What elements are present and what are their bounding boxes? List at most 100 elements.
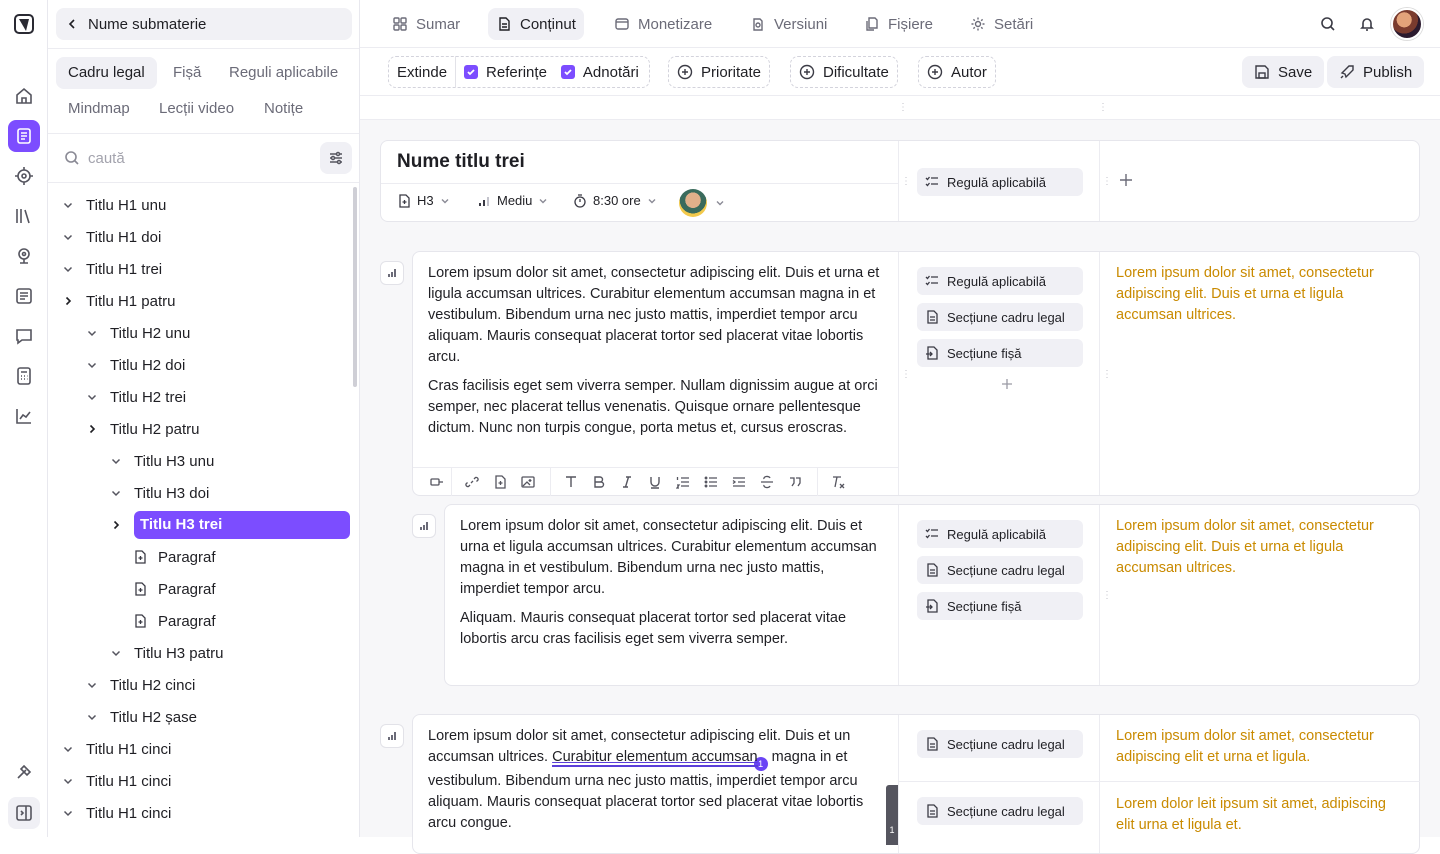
chevron-down-icon[interactable] (106, 483, 126, 503)
bell-icon[interactable] (1355, 12, 1379, 36)
annotation-text[interactable]: Lorem ipsum dolor sit amet, consectetur … (1116, 263, 1406, 326)
prioritate-button[interactable]: Prioritate (668, 56, 770, 88)
tree-item[interactable]: Titlu H2 doi (82, 351, 185, 379)
drag-handle-icon[interactable]: ⋮ (1098, 103, 1108, 113)
tree-scrollbar[interactable] (353, 187, 357, 387)
newspaper-icon[interactable] (8, 280, 40, 312)
legal-section-tag[interactable]: Secțiune cadru legal (917, 303, 1083, 331)
link-icon[interactable] (458, 468, 486, 496)
rule-tag[interactable]: Regulă aplicabilă (917, 168, 1083, 196)
chevron-down-icon[interactable] (58, 195, 78, 215)
avatar[interactable] (1391, 8, 1423, 40)
tab-reguli-aplicabile[interactable]: Reguli aplicabile (217, 57, 350, 89)
search-input[interactable]: caută (64, 142, 284, 174)
library-icon[interactable] (8, 200, 40, 232)
image-plus-icon[interactable] (514, 468, 542, 496)
rule-tag[interactable]: Regulă aplicabilă (917, 267, 1083, 295)
tree-item[interactable]: Titlu H1 cinci (58, 735, 171, 763)
paragraph-text[interactable]: Aliquam. Mauris consequat placerat torto… (460, 608, 886, 650)
annotation-text[interactable]: Lorem ipsum dolor sit amet, consectetur … (1116, 726, 1406, 768)
tree-item[interactable]: Titlu H1 patru (58, 287, 175, 315)
tree-item-paragraph[interactable]: Paragraf (130, 543, 216, 571)
tree-item[interactable]: Titlu H1 cinci (58, 767, 171, 795)
annotation-text[interactable]: Lorem dolor leit ipsum sit amet, adipisc… (1116, 794, 1406, 836)
rule-tag[interactable]: Regulă aplicabilă (917, 520, 1083, 548)
indent-icon[interactable] (725, 468, 753, 496)
chevron-down-icon[interactable] (82, 387, 102, 407)
block-stats-icon[interactable] (412, 514, 436, 538)
book-icon[interactable] (8, 120, 40, 152)
tree-item-paragraph[interactable]: Paragraf (130, 575, 216, 603)
tab-setari[interactable]: Setări (962, 8, 1041, 40)
tab-versiuni[interactable]: Versiuni (742, 8, 835, 40)
tree-item[interactable]: Titlu H1 trei (58, 255, 162, 283)
block-stats-icon[interactable] (380, 261, 404, 285)
difficulty-select[interactable]: Mediu (477, 193, 548, 208)
chevron-down-icon[interactable] (58, 227, 78, 247)
bold-icon[interactable] (585, 468, 613, 496)
tab-mindmap[interactable]: Mindmap (56, 93, 142, 125)
sheet-section-tag[interactable]: Secțiune fișă (917, 592, 1083, 620)
tab-notite[interactable]: Notițe (252, 93, 315, 125)
save-button[interactable]: Save (1242, 56, 1325, 88)
back-button[interactable]: Nume submaterie (56, 8, 352, 40)
ordered-list-icon[interactable] (669, 468, 697, 496)
chevron-down-icon[interactable] (58, 259, 78, 279)
quote-icon[interactable] (781, 468, 809, 496)
duration-select[interactable]: 8:30 ore (573, 193, 657, 208)
tree-item[interactable]: Titlu H3 doi (106, 479, 209, 507)
dificultate-button[interactable]: Dificultate (790, 56, 898, 88)
drag-handle-icon[interactable]: ⋮ (1102, 370, 1112, 380)
annotation-text[interactable]: Lorem ipsum dolor sit amet, consectetur … (1116, 516, 1406, 579)
tree-item[interactable]: Titlu H3 unu (106, 447, 214, 475)
chevron-down-icon[interactable] (58, 739, 78, 759)
author-select[interactable] (679, 189, 725, 217)
bullet-list-icon[interactable] (697, 468, 725, 496)
tab-fisa[interactable]: Fișă (161, 57, 213, 89)
tree-item[interactable]: Titlu H3 patru (106, 639, 223, 667)
chevron-down-icon[interactable] (58, 771, 78, 791)
tree-item[interactable]: Titlu H2 unu (82, 319, 190, 347)
chevron-right-icon[interactable] (58, 291, 78, 311)
logo-icon[interactable] (8, 8, 40, 40)
add-tag-icon[interactable] (1001, 378, 1013, 390)
tag-icon[interactable] (423, 468, 451, 496)
extinde-toggle[interactable]: Extinde (389, 64, 455, 81)
tab-monetizare[interactable]: Monetizare (606, 8, 720, 40)
chart-icon[interactable] (8, 400, 40, 432)
search-icon[interactable] (1316, 12, 1340, 36)
chevron-down-icon[interactable] (82, 355, 102, 375)
calculator-icon[interactable] (8, 360, 40, 392)
document-plus-icon[interactable] (486, 468, 514, 496)
referinte-checkbox[interactable]: Referințe (464, 64, 547, 81)
tab-continut[interactable]: Conținut (488, 8, 584, 40)
tree-item[interactable]: Titlu H3 trei (106, 511, 350, 539)
chevron-down-icon[interactable] (106, 451, 126, 471)
paragraph-text[interactable]: Cras facilisis eget sem viverra semper. … (428, 376, 884, 439)
home-icon[interactable] (8, 80, 40, 112)
tree-item[interactable]: Titlu H2 șase (82, 703, 197, 731)
tab-lectii-video[interactable]: Lecții video (147, 93, 246, 125)
tree-item[interactable]: Titlu H1 cinci (58, 799, 171, 827)
drag-handle-icon[interactable]: ⋮ (1102, 591, 1112, 601)
adnotari-checkbox[interactable]: Adnotări (560, 64, 639, 81)
legal-section-tag[interactable]: Secțiune cadru legal (917, 730, 1083, 758)
underline-icon[interactable] (641, 468, 669, 496)
hammer-icon[interactable] (8, 756, 40, 788)
sheet-section-tag[interactable]: Secțiune fișă (917, 339, 1083, 367)
autor-button[interactable]: Autor (918, 56, 996, 88)
chevron-right-icon[interactable] (106, 515, 126, 535)
legal-section-tag[interactable]: Secțiune cadru legal (917, 797, 1083, 825)
tab-fisiere[interactable]: Fișiere (856, 8, 941, 40)
tab-sumar[interactable]: Sumar (384, 8, 468, 40)
annotation-marker[interactable]: 1 (886, 785, 898, 845)
legal-section-tag[interactable]: Secțiune cadru legal (917, 556, 1083, 584)
target-icon[interactable] (8, 160, 40, 192)
strikethrough-icon[interactable] (753, 468, 781, 496)
clear-format-icon[interactable] (824, 468, 852, 496)
chevron-down-icon[interactable] (58, 803, 78, 823)
paragraph-text[interactable]: Lorem ipsum dolor sit amet, consectetur … (428, 726, 884, 834)
block-stats-icon[interactable] (380, 724, 404, 748)
drag-handle-icon[interactable]: ⋮ (901, 177, 911, 187)
tree-item-paragraph[interactable]: Paragraf (130, 607, 216, 635)
